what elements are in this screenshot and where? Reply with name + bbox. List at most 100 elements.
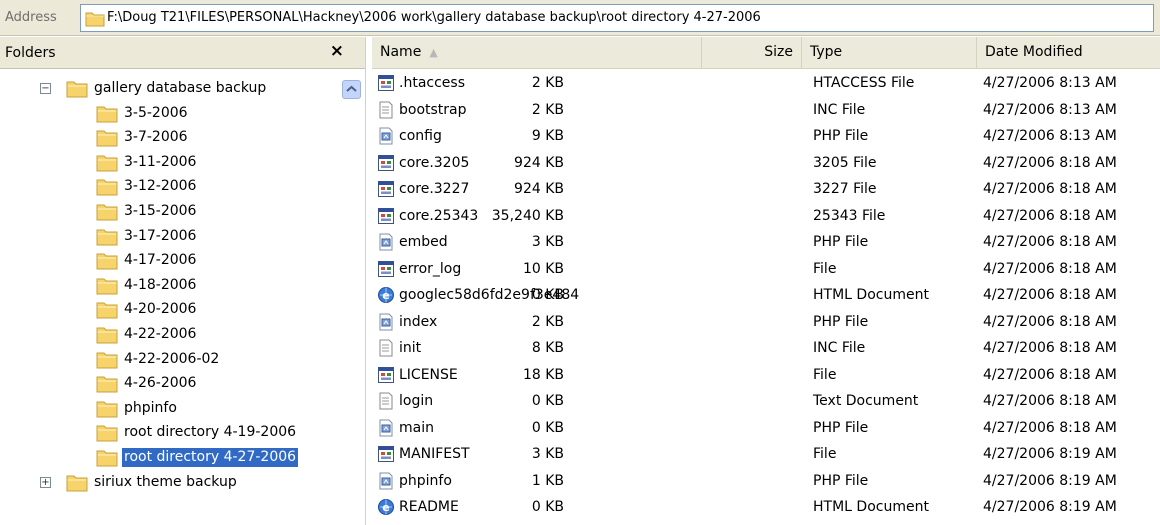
file-date: 4/27/2006 8:18 AM <box>983 234 1117 250</box>
address-field[interactable]: F:\Doug T21\FILES\PERSONAL\Hackney\2006 … <box>80 4 1154 32</box>
file-date: 4/27/2006 8:18 AM <box>983 340 1117 356</box>
file-date: 4/27/2006 8:18 AM <box>983 287 1117 303</box>
file-type: PHP File <box>813 128 869 144</box>
file-row[interactable]: e README 0 KB HTML Document 4/27/2006 8:19 A… <box>372 494 1160 520</box>
tree-node-label: 3-17-2006 <box>124 227 197 244</box>
generic-file-icon <box>377 366 395 384</box>
folders-pane: Folders × − gallery database backup 3-5-20… <box>0 37 366 525</box>
generic-file-icon <box>377 207 395 225</box>
php-file-icon <box>377 127 395 145</box>
file-name: MANIFEST <box>399 446 470 462</box>
file-size: 2 KB <box>531 75 564 91</box>
file-name: login <box>399 393 434 409</box>
file-size: 9 KB <box>531 128 564 144</box>
file-row[interactable]: .htaccess 2 KB HTACCESS File 4/27/2006 8:13… <box>372 70 1160 96</box>
expand-icon[interactable]: + <box>40 476 51 488</box>
text-file-icon <box>377 339 395 357</box>
file-row[interactable]: init 8 KB INC File 4/27/2006 8:18 AM <box>372 335 1160 361</box>
file-size: 18 KB <box>522 366 564 383</box>
file-row[interactable]: phpinfo 1 KB PHP File 4/27/2006 8:19 AM <box>372 468 1160 494</box>
close-folders-button[interactable]: × <box>330 41 344 61</box>
file-row[interactable]: embed 3 KB PHP File 4/27/2006 8:18 AM <box>372 229 1160 255</box>
column-header-type[interactable]: Type <box>802 37 977 68</box>
file-row[interactable]: LICENSE 18 KB File 4/27/2006 8:18 AM <box>372 362 1160 388</box>
column-type-label: Type <box>810 44 843 60</box>
column-header-date[interactable]: Date Modified <box>977 37 1160 68</box>
file-row[interactable]: bootstrap 2 KB INC File 4/27/2006 8:13 AM <box>372 97 1160 123</box>
folders-title: Folders <box>5 45 56 61</box>
file-size: 924 KB <box>514 154 564 171</box>
file-type: PHP File <box>813 234 869 250</box>
file-type: Text Document <box>813 393 919 409</box>
file-type: HTML Document <box>813 287 929 303</box>
column-header-size[interactable]: Size <box>702 37 802 68</box>
file-name: index <box>399 313 438 330</box>
file-size: 0 KB <box>531 419 564 436</box>
folder-icon <box>96 177 118 196</box>
folder-icon <box>96 227 118 246</box>
sort-ascending-icon: ▲ <box>429 46 438 59</box>
folder-icon <box>96 325 118 344</box>
file-type: File <box>813 366 837 383</box>
tree-node-label: 3-7-2006 <box>124 129 188 146</box>
file-type: HTACCESS File <box>813 75 915 91</box>
tree-node-label: root directory 4-27-2006 <box>122 448 299 467</box>
folder-icon <box>96 202 118 221</box>
php-file-icon <box>377 472 395 490</box>
tree-node-label: 3-15-2006 <box>124 203 197 219</box>
file-row[interactable]: MANIFEST 3 KB File 4/27/2006 8:19 AM <box>372 441 1160 467</box>
file-size: 2 KB <box>531 313 564 330</box>
generic-file-icon <box>377 154 395 172</box>
file-name: phpinfo <box>399 472 452 489</box>
file-list-pane: Name ▲ Size Type Date Modified .htaccess 2… <box>372 37 1160 525</box>
tree-node-label: phpinfo <box>124 399 177 416</box>
file-name: bootstrap <box>399 101 467 118</box>
tree-node-label: 3-5-2006 <box>124 104 188 121</box>
file-row[interactable]: main 0 KB PHP File 4/27/2006 8:18 AM <box>372 415 1160 441</box>
file-type: HTML Document <box>813 499 929 515</box>
address-path[interactable]: F:\Doug T21\FILES\PERSONAL\Hackney\2006 … <box>107 10 761 25</box>
file-row[interactable]: core.3205 924 KB 3205 File 4/27/2006 8:18 A… <box>372 150 1160 176</box>
address-bar: Address F:\Doug T21\FILES\PERSONAL\Hackn… <box>0 0 1160 36</box>
file-row[interactable]: error_log 10 KB File 4/27/2006 8:18 AM <box>372 256 1160 282</box>
tree-node-label: 4-22-2006-02 <box>124 350 220 367</box>
file-row[interactable]: login 0 KB Text Document 4/27/2006 8:18 AM <box>372 388 1160 414</box>
file-size: 2 KB <box>531 101 564 118</box>
chevron-up-icon <box>346 85 357 92</box>
folder-icon <box>96 276 118 295</box>
tree-node-label: 4-26-2006 <box>124 375 197 392</box>
file-date: 4/27/2006 8:18 AM <box>983 419 1117 436</box>
file-type: 25343 File <box>813 207 886 224</box>
file-date: 4/27/2006 8:18 AM <box>983 207 1117 224</box>
column-size-label: Size <box>764 44 793 60</box>
folders-header: Folders × <box>0 37 365 69</box>
file-date: 4/27/2006 8:18 AM <box>983 260 1117 277</box>
file-row[interactable]: e googlec58d6fd2e9f3e484 0 KB HTML Document… <box>372 282 1160 308</box>
column-header-bar: Name ▲ Size Type Date Modified <box>372 37 1160 69</box>
file-size: 0 KB <box>531 499 564 515</box>
column-header-name[interactable]: Name ▲ <box>372 37 702 68</box>
file-row[interactable]: core.25343 35,240 KB 25343 File 4/27/2006 8… <box>372 203 1160 229</box>
tree-node-label: 4-18-2006 <box>124 276 197 293</box>
folder-icon <box>96 153 118 172</box>
file-date: 4/27/2006 8:18 AM <box>983 154 1117 171</box>
php-file-icon <box>377 419 395 437</box>
tree-node-label: 3-12-2006 <box>124 178 197 195</box>
file-size: 3 KB <box>531 234 564 250</box>
file-name: README <box>399 499 459 515</box>
file-row[interactable]: config 9 KB PHP File 4/27/2006 8:13 AM <box>372 123 1160 149</box>
file-row[interactable]: index 2 KB PHP File 4/27/2006 8:18 AM <box>372 309 1160 335</box>
generic-file-icon <box>377 74 395 92</box>
folder-icon <box>96 300 118 319</box>
folder-icon <box>96 374 118 393</box>
file-size: 8 KB <box>531 340 564 356</box>
generic-file-icon <box>377 180 395 198</box>
folder-icon <box>96 128 118 147</box>
folder-icon <box>85 10 105 27</box>
tree-node-label: 3-11-2006 <box>124 153 197 170</box>
file-name: core.3205 <box>399 154 470 171</box>
scroll-up-button[interactable] <box>342 80 361 99</box>
file-row[interactable]: core.3227 924 KB 3227 File 4/27/2006 8:18 A… <box>372 176 1160 202</box>
tree-node-label: siriux theme backup <box>94 473 237 490</box>
collapse-icon[interactable]: − <box>40 83 51 94</box>
